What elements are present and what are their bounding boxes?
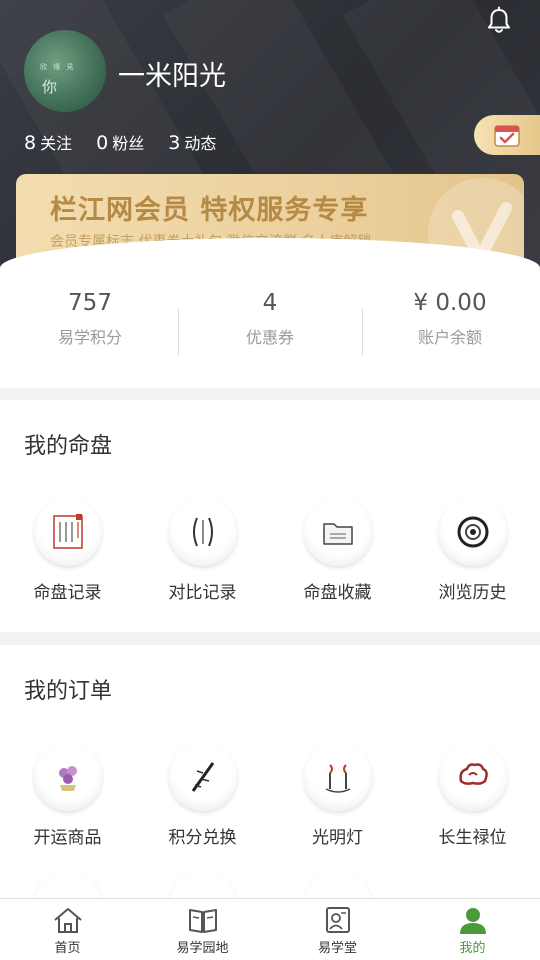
browse-history-icon [438, 498, 507, 566]
lucky-goods-icon [33, 743, 102, 811]
tab-home[interactable]: 首页 [0, 899, 135, 960]
section-title: 我的订单 [24, 679, 113, 704]
chart-record-icon [33, 498, 102, 566]
home-icon [53, 908, 82, 933]
bottom-tabbar: 首页 易学园地 易学堂 我的 [0, 898, 540, 960]
item-label: 积分兑换 [168, 828, 237, 848]
stat-count: 0 [96, 132, 109, 154]
points-exchange-icon [168, 743, 237, 811]
summary-divider [362, 308, 363, 356]
stat-label: 动态 [184, 134, 217, 153]
stat-posts[interactable]: 3 动态 [168, 130, 216, 154]
username[interactable]: 一米阳光 [118, 54, 226, 93]
coupons-label: 优惠券 [245, 328, 294, 347]
summary-divider [178, 308, 179, 356]
points-exchange-item[interactable]: 积分兑换 [135, 743, 270, 848]
my-charts-section: 我的命盘 命盘记录 对比记录 命盘收藏 浏览历史 [0, 400, 540, 632]
longevity-tablet-icon [438, 743, 507, 811]
points-value: 757 [68, 290, 112, 316]
item-label: 命盘收藏 [303, 583, 372, 603]
browse-history-item[interactable]: 浏览历史 [405, 498, 540, 603]
chart-collection-item[interactable]: 命盘收藏 [270, 498, 405, 603]
item-label: 长生禄位 [438, 828, 507, 848]
avatar-text: 你 [42, 78, 58, 96]
checkin-button[interactable] [474, 115, 540, 155]
bright-lamp-item[interactable]: 光明灯 [270, 743, 405, 848]
chart-collection-icon [303, 498, 372, 566]
profile-icon [459, 908, 486, 934]
summary-row: 757 易学积分 4 优惠券 ¥ 0.00 账户余额 [0, 290, 540, 348]
stat-followers[interactable]: 0 粉丝 [96, 130, 144, 154]
user-stats: 8 关注 0 粉丝 3 动态 [24, 130, 216, 154]
compare-record-icon [168, 498, 237, 566]
stat-label: 粉丝 [112, 134, 145, 153]
avatar-caption: 欣 缘 見 [40, 63, 76, 71]
bell-icon[interactable] [484, 6, 514, 36]
avatar[interactable]: 欣 缘 見 你 [24, 30, 106, 112]
balance-value: ¥ 0.00 [413, 290, 487, 316]
balance-label: 账户余额 [417, 328, 482, 347]
item-label: 命盘记录 [33, 583, 102, 603]
tab-yixue-garden[interactable]: 易学园地 [135, 899, 270, 960]
book-icon [188, 909, 217, 933]
tab-yixue-hall[interactable]: 易学堂 [270, 899, 405, 960]
bright-lamp-icon [303, 743, 372, 811]
item-label: 浏览历史 [438, 583, 507, 603]
classroom-icon [325, 907, 350, 933]
tab-mine[interactable]: 我的 [405, 899, 540, 960]
coupons-summary[interactable]: 4 优惠券 [180, 290, 360, 348]
lucky-goods-item[interactable]: 开运商品 [0, 743, 135, 848]
item-label: 开运商品 [33, 828, 102, 848]
stat-count: 8 [24, 132, 37, 154]
item-label: 对比记录 [168, 583, 237, 603]
balance-summary[interactable]: ¥ 0.00 账户余额 [360, 290, 540, 348]
my-charts-grid: 命盘记录 对比记录 命盘收藏 浏览历史 [0, 498, 540, 603]
my-orders-section: 我的订单 开运商品 积分兑换 光明灯 长生禄位 [0, 645, 540, 939]
chart-record-item[interactable]: 命盘记录 [0, 498, 135, 603]
section-title: 我的命盘 [24, 434, 113, 459]
stat-count: 3 [168, 132, 181, 154]
tab-label: 我的 [459, 941, 486, 956]
item-label: 光明灯 [312, 828, 363, 848]
stat-following[interactable]: 8 关注 [24, 130, 72, 154]
my-orders-grid: 开运商品 积分兑换 光明灯 长生禄位 [0, 743, 540, 848]
points-summary[interactable]: 757 易学积分 [0, 290, 180, 348]
points-label: 易学积分 [57, 328, 122, 347]
tab-label: 首页 [54, 941, 81, 956]
vip-title: 栏江网会员 特权服务专享 [50, 195, 369, 226]
stat-label: 关注 [40, 134, 73, 153]
tab-label: 易学园地 [176, 941, 229, 956]
coupons-value: 4 [262, 290, 278, 316]
compare-record-item[interactable]: 对比记录 [135, 498, 270, 603]
longevity-tablet-item[interactable]: 长生禄位 [405, 743, 540, 848]
calendar-check-icon [494, 125, 520, 147]
tab-label: 易学堂 [317, 941, 357, 956]
